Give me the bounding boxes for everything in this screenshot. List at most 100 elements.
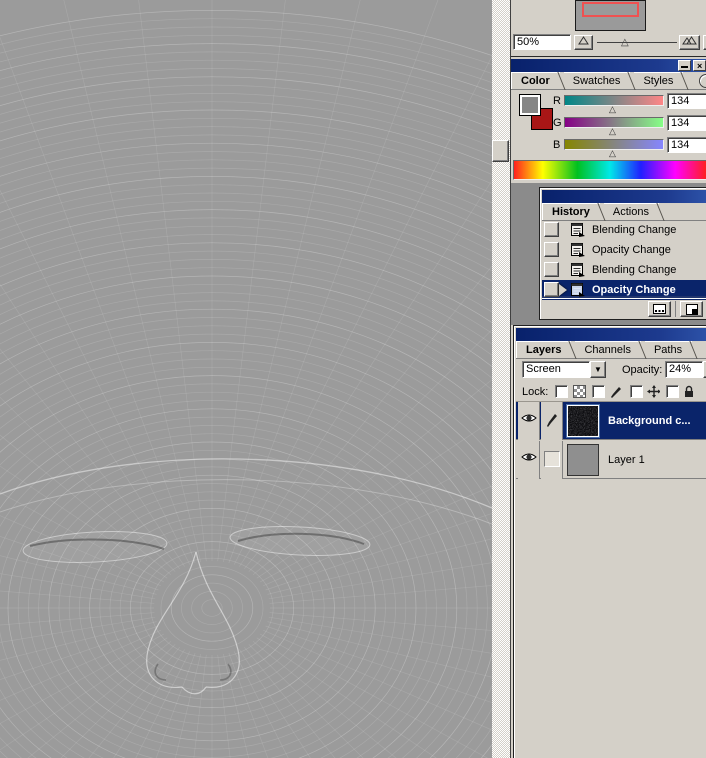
new-snapshot-button[interactable] [680,301,703,317]
green-value-field[interactable]: 134 [667,115,706,131]
navigator-thumbnail[interactable] [575,0,646,31]
lock-all-checkbox[interactable] [666,385,679,398]
layer-row-background-copy[interactable]: Background c... [516,402,706,440]
history-brush-source-well[interactable] [544,222,559,237]
close-icon: × [697,61,702,71]
layers-palette-tabs: Layers Channels Paths [516,341,706,359]
opacity-field[interactable]: 24% [665,361,703,378]
history-brush-source-well[interactable] [544,282,559,297]
tab-paths[interactable]: Paths [645,341,696,358]
move-tool-icon [647,385,660,398]
close-button[interactable]: × [693,60,706,71]
layer-thumbnail[interactable] [567,444,599,476]
layer-name: Layer 1 [608,454,645,466]
vertical-scrollbar[interactable] [492,0,510,758]
history-state-row[interactable]: Blending Change [542,260,706,280]
layer-row-layer-1[interactable]: Layer 1 [516,441,706,479]
tab-channels[interactable]: Channels [575,341,644,358]
zoom-percent-field[interactable]: 50% [513,34,571,50]
large-mountain-icon [682,36,697,45]
history-state-label: Opacity Change [592,284,676,296]
lock-transparency-checkbox[interactable] [555,385,568,398]
workspace-background: History Actions Blending Change Opacity … [511,183,706,325]
eye-icon [521,412,537,428]
navigator-palette: 50% △ [511,0,706,57]
image-canvas[interactable] [0,0,492,758]
channel-row-blue: B △ 134 [511,136,706,154]
blend-mode-dropdown-button[interactable]: ▼ [590,361,606,378]
color-palette-titlebar[interactable]: × [511,59,706,72]
wireframe-face-image [0,0,492,758]
history-state-icon [570,242,586,257]
blue-slider-thumb[interactable]: △ [609,149,616,157]
history-state-icon [570,262,586,277]
link-cell[interactable] [541,441,563,479]
palette-dock: 50% △ [510,0,706,758]
scrollbar-thumb[interactable] [492,140,509,162]
lock-position-checkbox[interactable] [630,385,643,398]
blend-mode-select[interactable]: Screen [522,361,590,378]
channel-row-red: R △ 134 [511,92,706,110]
color-spectrum-ramp[interactable] [513,160,706,180]
tab-history[interactable]: History [542,203,604,220]
history-palette-footer [542,298,706,318]
history-palette: History Actions Blending Change Opacity … [539,187,706,320]
history-state-slider-icon[interactable] [559,284,567,296]
new-document-from-state-icon [653,304,666,314]
history-palette-titlebar[interactable] [542,190,706,203]
transparency-checker-icon [573,385,586,398]
layers-controls-row: Screen ▼ Opacity: 24% ► [516,359,706,380]
layers-palette-titlebar[interactable] [516,328,706,341]
minimize-icon [681,66,688,68]
tab-layers[interactable]: Layers [516,341,575,358]
zoom-slider[interactable]: △ [597,35,677,50]
visibility-toggle-cell[interactable] [518,402,540,440]
red-slider-thumb[interactable]: △ [609,105,616,113]
palette-menu-button[interactable] [699,74,706,88]
green-slider-thumb[interactable]: △ [609,127,616,135]
layers-palette: Layers Channels Paths Screen ▼ Opacity: … [513,325,706,758]
channel-label-b: B [553,139,560,151]
color-palette: × Color Swatches Styles R △ 134 G △ [511,57,706,183]
paintbrush-icon [544,412,560,428]
active-paint-cell[interactable] [541,402,563,440]
history-brush-source-well[interactable] [544,242,559,257]
opacity-label: Opacity: [622,364,662,376]
new-document-from-state-button[interactable] [648,301,671,317]
channel-row-green: G △ 134 [511,114,706,132]
history-state-row-selected[interactable]: Opacity Change [542,280,706,300]
small-mountain-icon [578,36,589,45]
zoom-out-button[interactable] [574,35,593,50]
history-state-row[interactable]: Opacity Change [542,240,706,260]
tab-swatches[interactable]: Swatches [564,72,635,89]
minimize-button[interactable] [678,60,691,71]
zoom-slider-thumb[interactable]: △ [621,37,629,48]
eye-icon [521,451,537,467]
footer-divider [675,301,676,317]
zoom-slider-track [597,42,677,43]
tab-color[interactable]: Color [511,72,564,89]
history-brush-source-well[interactable] [544,262,559,277]
visibility-toggle-cell[interactable] [518,441,540,479]
empty-well [544,451,560,467]
history-state-label: Blending Change [592,264,676,276]
red-value-field[interactable]: 134 [667,93,706,109]
lock-label: Lock: [522,386,548,398]
zoom-in-button[interactable] [679,35,700,50]
layer-name: Background c... [608,415,691,427]
history-palette-tabs: History Actions [542,203,706,221]
layer-thumbnail[interactable] [567,405,599,437]
photoshop-workspace: 50% △ [0,0,706,758]
history-state-icon [570,222,586,237]
lock-image-checkbox[interactable] [592,385,605,398]
tab-styles[interactable]: Styles [634,72,687,89]
tab-actions[interactable]: Actions [604,203,663,220]
paintbrush-icon [609,385,622,398]
channel-label-r: R [553,95,561,107]
navigator-zoom-controls: 50% △ [511,34,706,52]
history-state-row[interactable]: Blending Change [542,220,706,240]
color-palette-tabs: Color Swatches Styles [511,72,706,90]
dark-noise-thumbnail [568,406,598,436]
blue-value-field[interactable]: 134 [667,137,706,153]
navigator-proxy-rectangle[interactable] [582,2,639,17]
